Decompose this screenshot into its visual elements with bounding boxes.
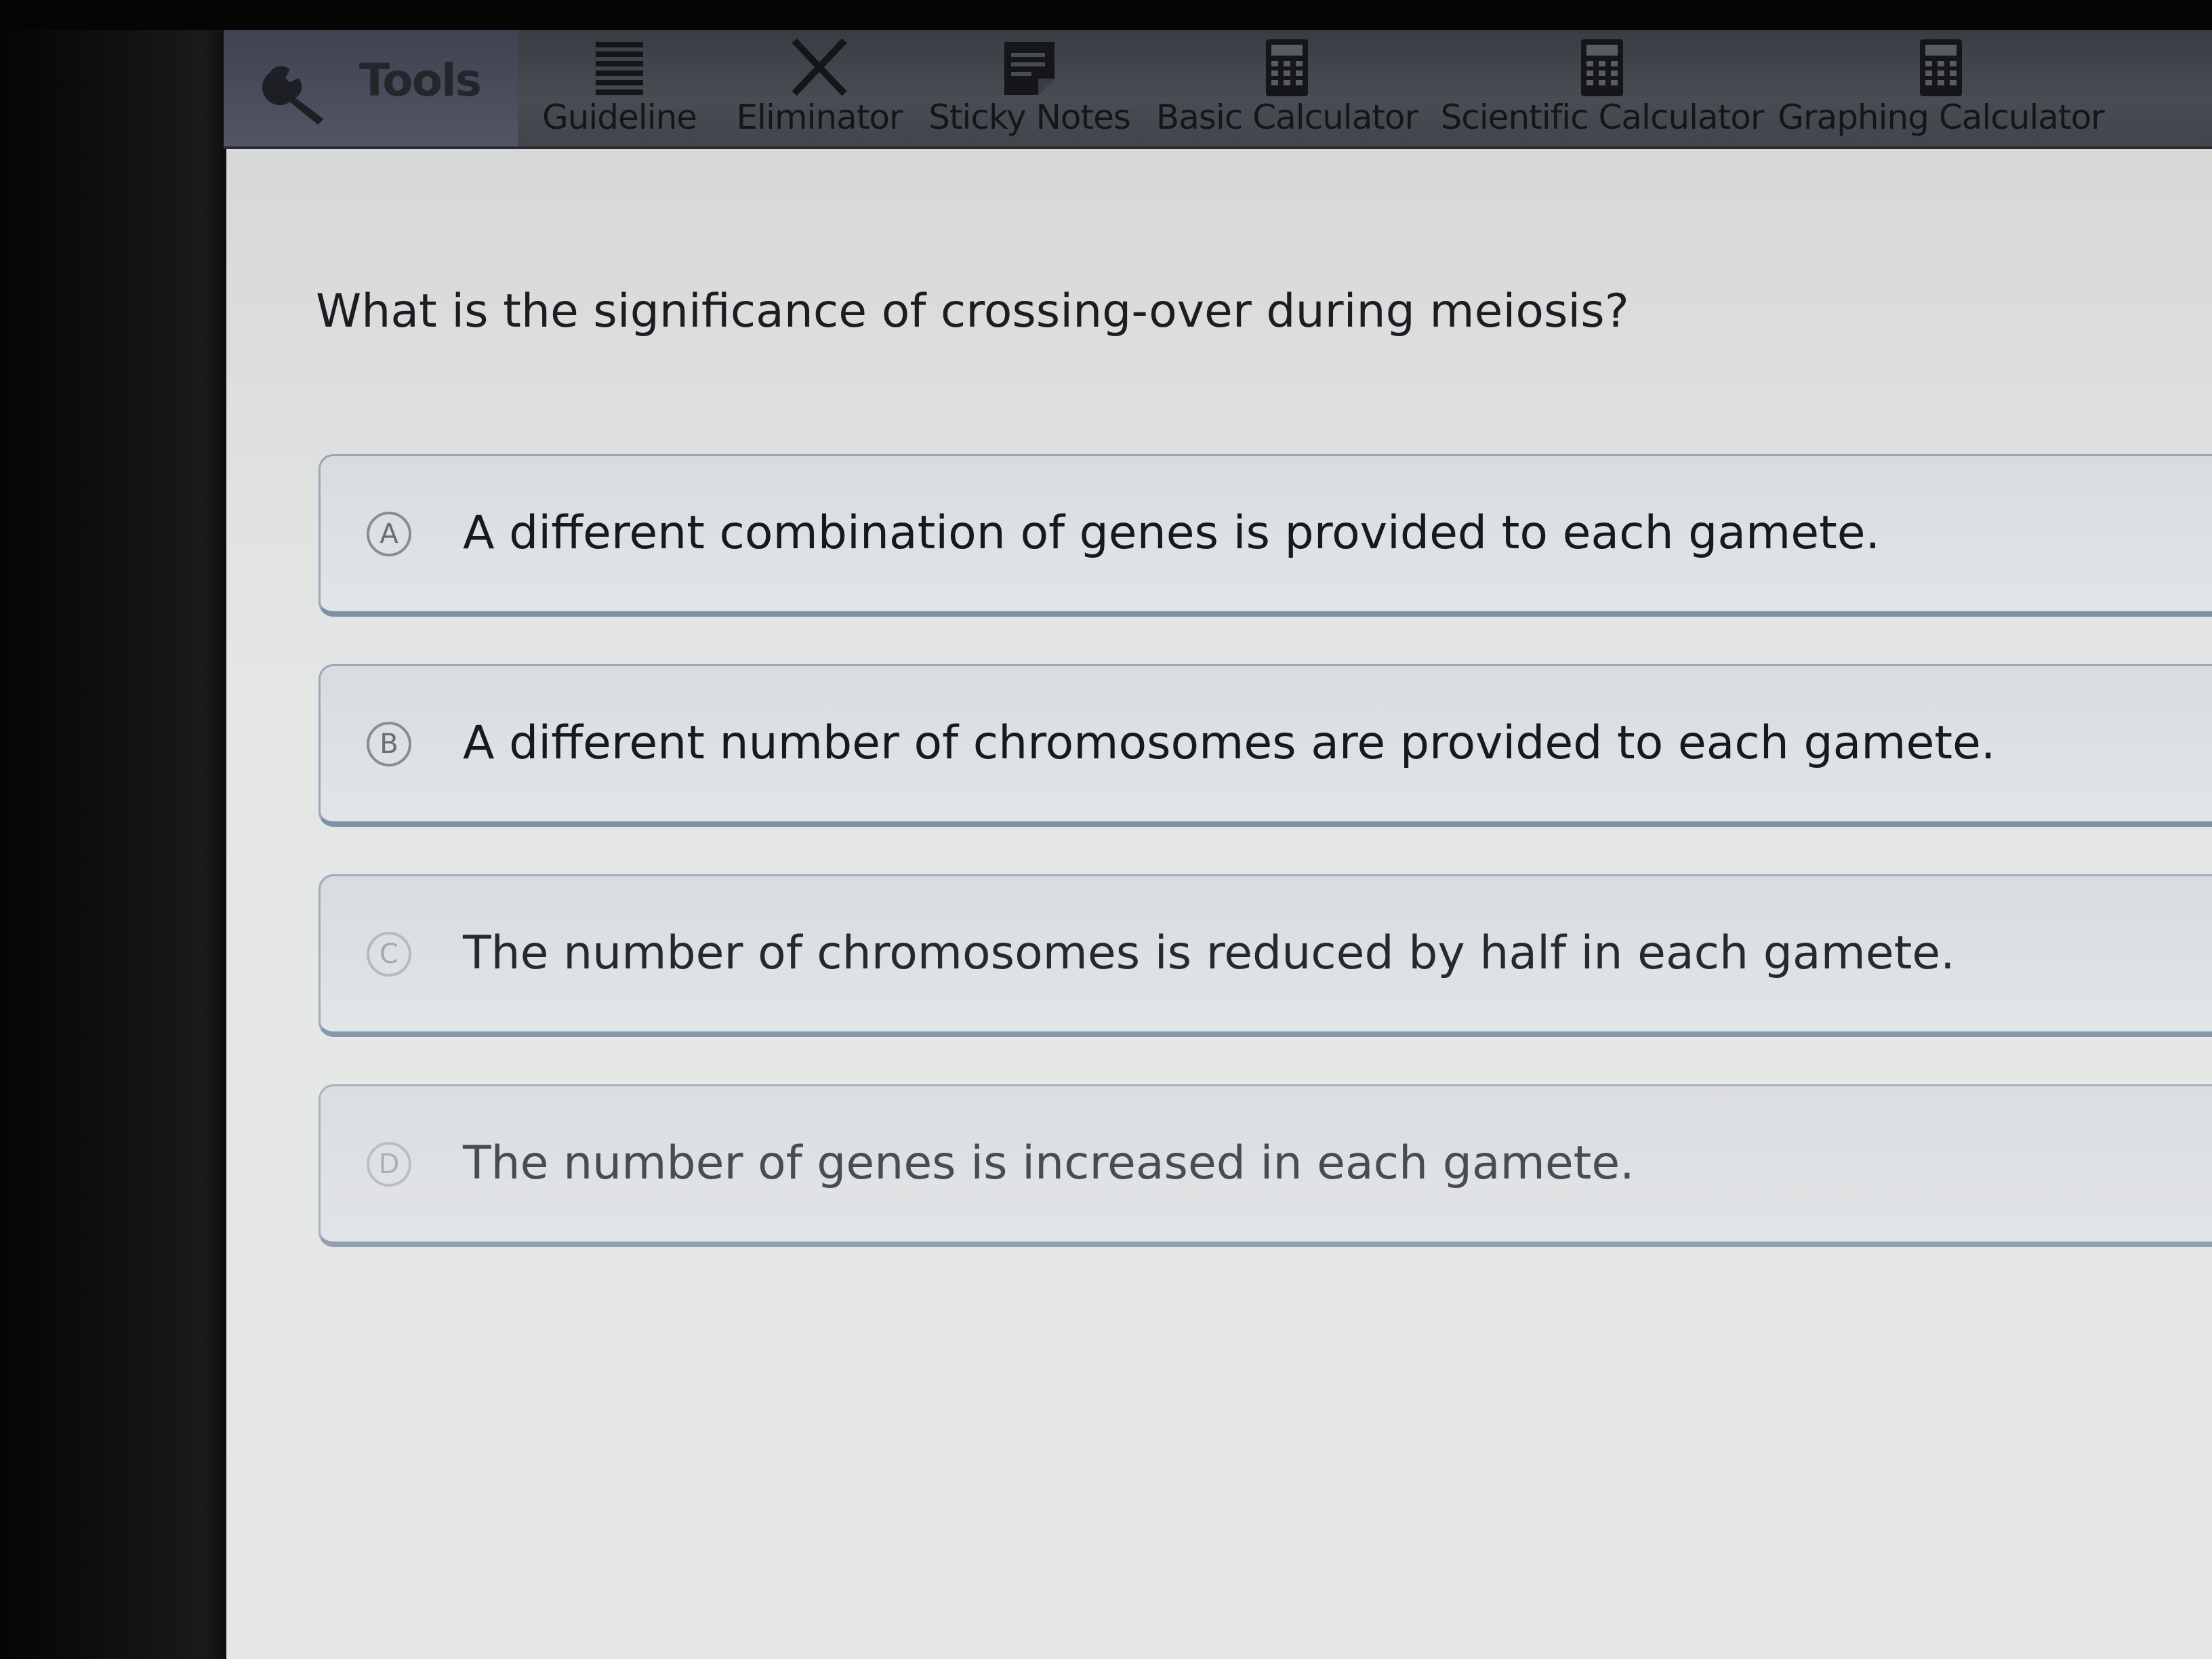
sticky-notes-icon (1004, 42, 1054, 95)
answer-choice-c[interactable]: C The number of chromosomes is reduced b… (319, 874, 2212, 1037)
sticky-notes-label: Sticky Notes (928, 98, 1131, 137)
guideline-button[interactable]: Guideline (518, 30, 721, 146)
answer-choice-d[interactable]: D The number of genes is increased in ea… (319, 1084, 2212, 1247)
graphing-calculator-label: Graphing Calculator (1778, 98, 2105, 137)
choice-text: A different combination of genes is prov… (463, 506, 1881, 560)
answer-choice-b[interactable]: B A different number of chromosomes are … (319, 664, 2212, 827)
guideline-label: Guideline (541, 98, 697, 137)
tools-tab[interactable]: Tools (224, 30, 518, 146)
choice-text: The number of genes is increased in each… (463, 1136, 1635, 1190)
eliminator-button[interactable]: Eliminator (721, 30, 918, 146)
question-panel: What is the significance of crossing-ove… (226, 149, 2212, 1659)
choice-letter-badge: A (367, 512, 411, 556)
scientific-calculator-label: Scientific Calculator (1440, 98, 1765, 137)
choice-text: A different number of chromosomes are pr… (463, 716, 1996, 770)
eliminator-label: Eliminator (736, 98, 903, 137)
answer-choice-a[interactable]: A A different combination of genes is pr… (319, 454, 2212, 617)
screen: Tools Guideline Eliminator Sticky Notes … (0, 0, 2212, 1659)
question-text: What is the significance of crossing-ove… (316, 285, 1629, 338)
tools-label: Tools (359, 54, 482, 106)
wrench-icon (262, 66, 324, 125)
choice-letter-badge: B (367, 722, 411, 766)
graphing-calculator-button[interactable]: Graphing Calculator (1771, 30, 2110, 146)
choice-text: The number of chromosomes is reduced by … (463, 926, 1955, 980)
calculator-icon (1266, 39, 1308, 96)
sticky-notes-button[interactable]: Sticky Notes (918, 30, 1141, 146)
choice-letter-badge: C (367, 932, 411, 977)
top-strip (0, 0, 2212, 30)
scientific-calculator-button[interactable]: Scientific Calculator (1433, 30, 1771, 146)
choice-letter-badge: D (367, 1142, 411, 1187)
toolbar: Tools Guideline Eliminator Sticky Notes … (224, 30, 2212, 149)
eliminator-icon (792, 38, 847, 96)
calculator-icon (1920, 39, 1962, 96)
basic-calculator-label: Basic Calculator (1155, 98, 1418, 137)
calculator-icon (1581, 39, 1623, 96)
basic-calculator-button[interactable]: Basic Calculator (1141, 30, 1433, 146)
guideline-icon (596, 42, 643, 95)
